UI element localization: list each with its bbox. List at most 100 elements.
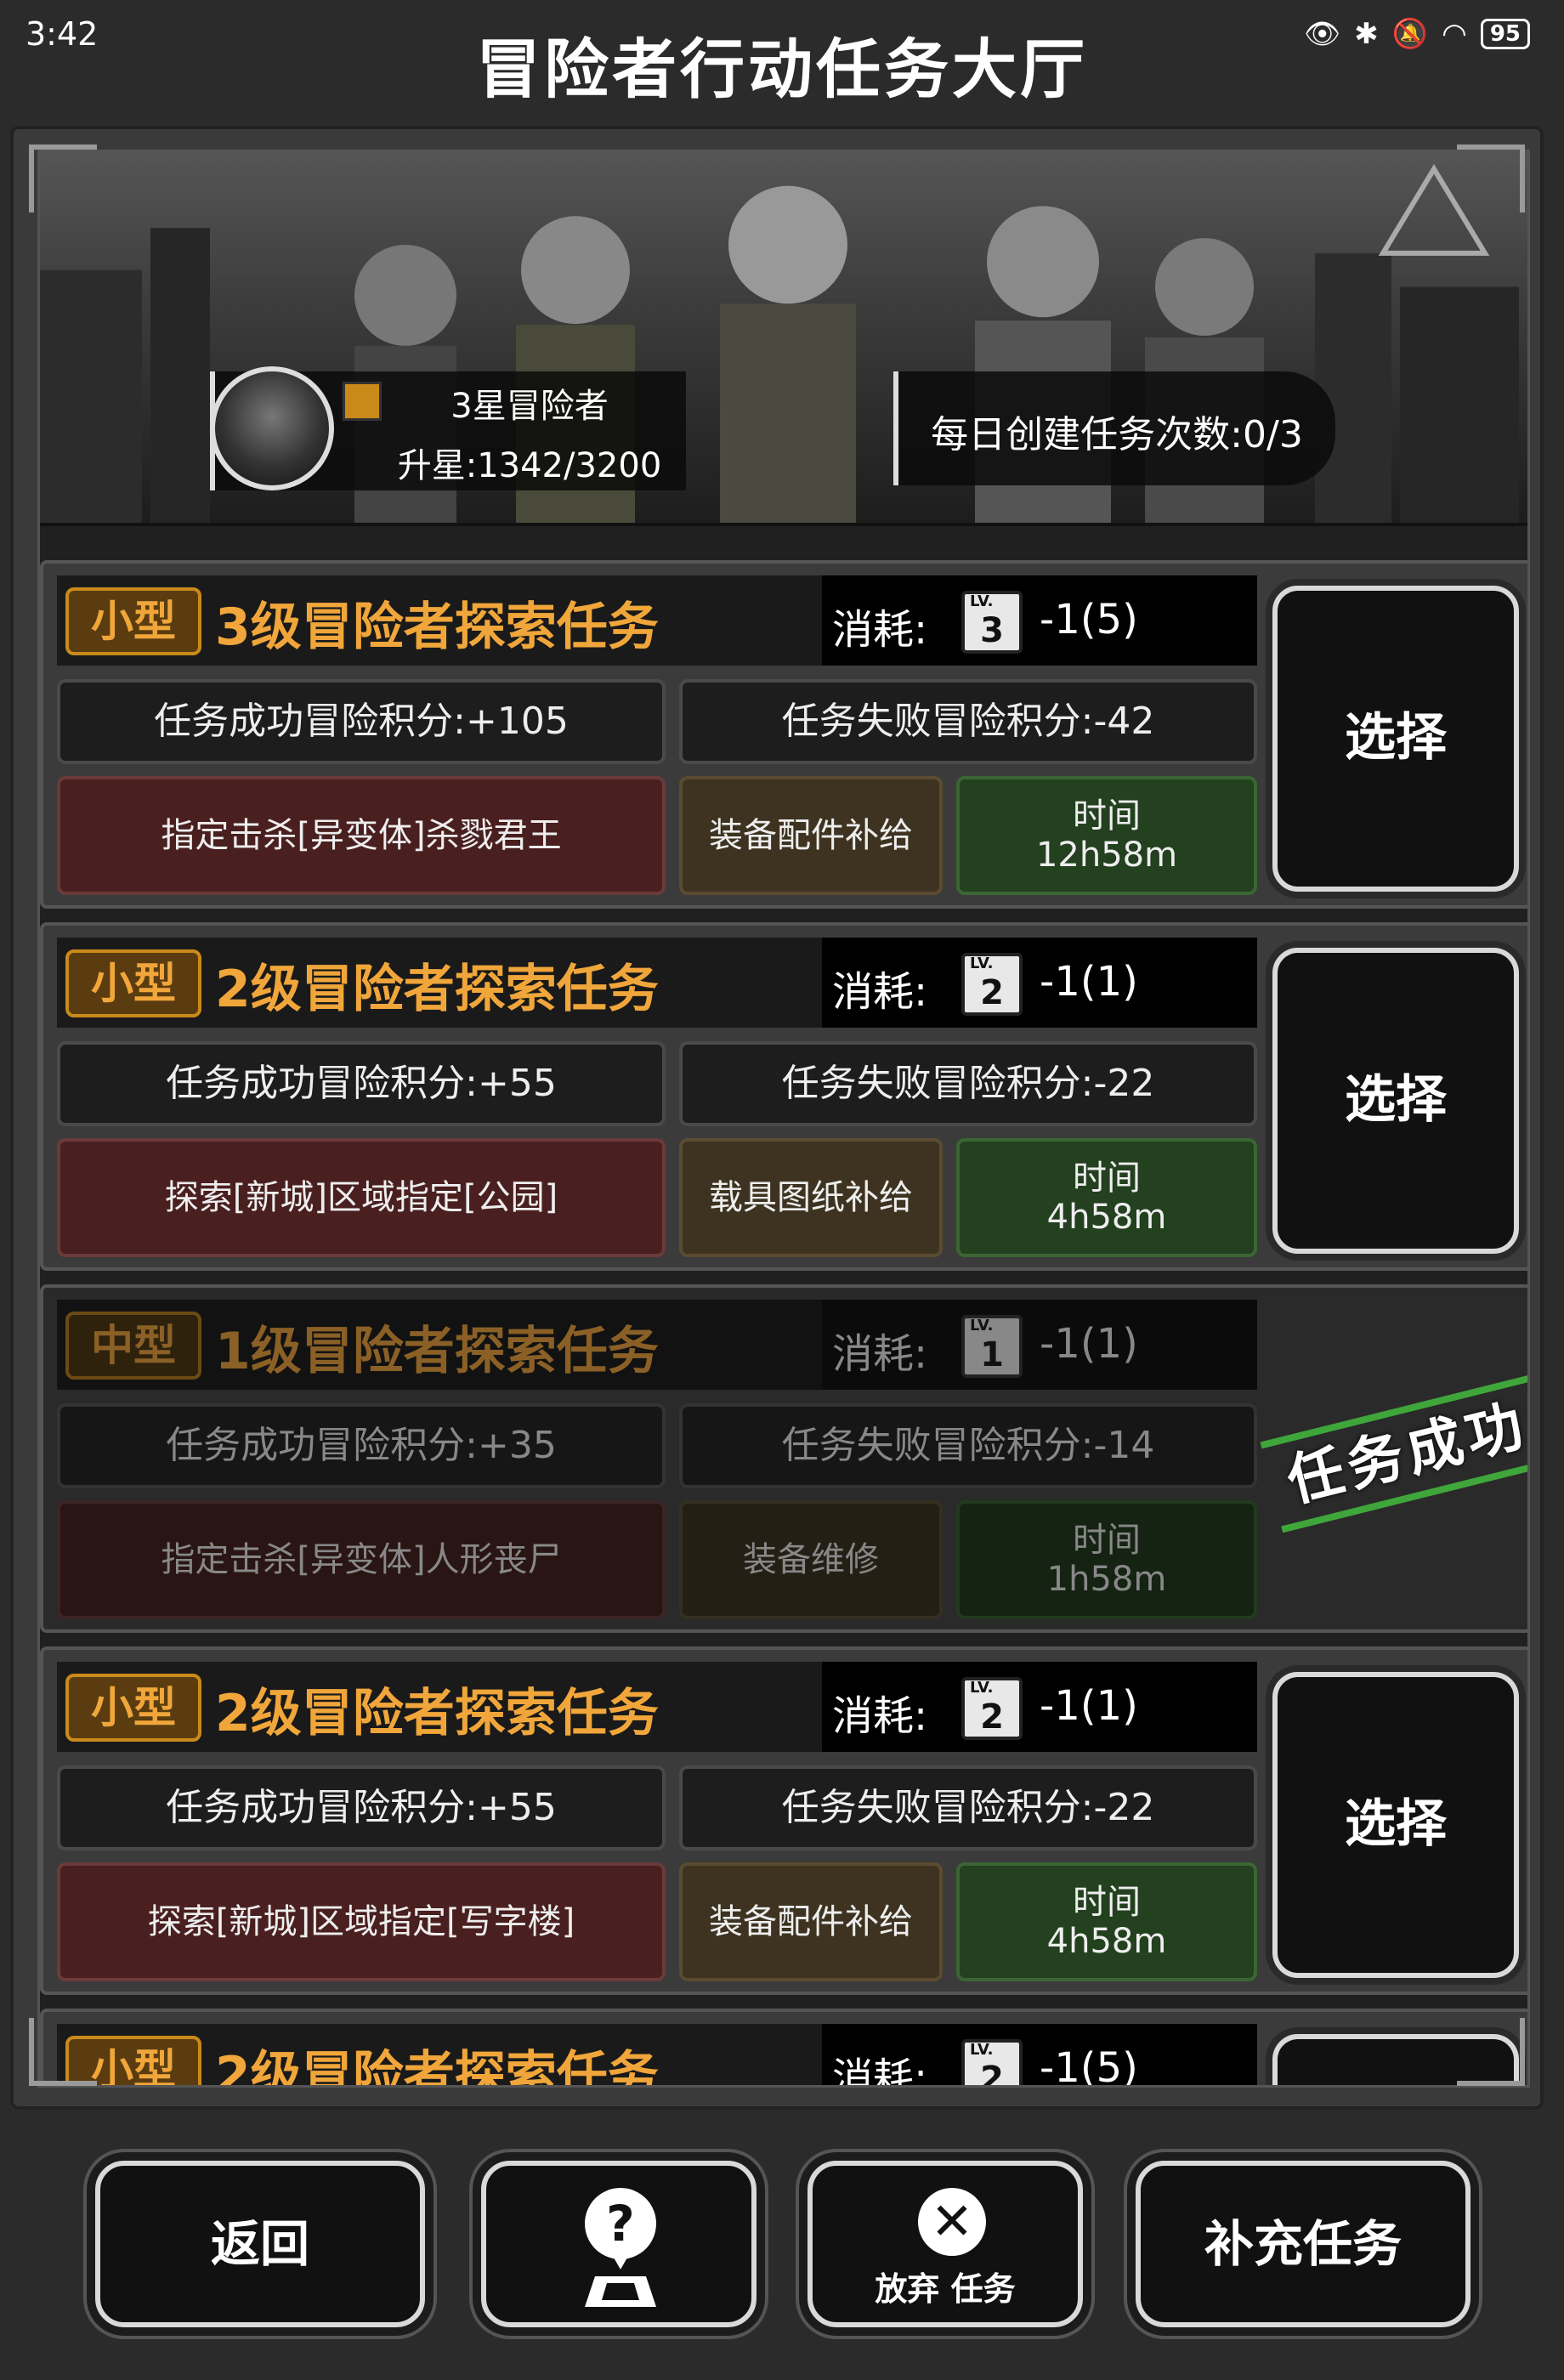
task-target: 指定击杀[异变体]人形丧尸 [57, 1500, 666, 1619]
ticket-level: 2 [980, 973, 1004, 1012]
task-hall-panel: 3星冒险者 升星:1342/3200 每日创建任务次数:0/3 小型 3级冒险者… [10, 126, 1544, 2110]
task-target: 指定击杀[异变体]杀戮君王 [57, 776, 666, 895]
ticket-level: 2 [980, 1697, 1004, 1737]
task-name: 2级冒险者探索任务 [215, 1684, 659, 1743]
svg-text:?: ? [606, 2195, 635, 2252]
level-ticket-icon: LV. 1 [961, 1315, 1023, 1378]
daily-create-text: 每日创建任务次数:0/3 [931, 413, 1303, 456]
time-value: 12h58m [1035, 836, 1178, 875]
fail-points: 任务失败冒险积分:-14 [679, 1403, 1257, 1488]
task-duration: 时间 1h58m [956, 1500, 1257, 1619]
cost-label: 消耗: [832, 2054, 928, 2088]
bottom-action-bar: 返回 ? ✕ 放弃 任务 补充任务 [0, 2116, 1564, 2380]
task-reward: 装备配件补给 [679, 776, 943, 895]
fail-points: 任务失败冒险积分:-42 [679, 679, 1257, 764]
cost-label: 消耗: [832, 968, 928, 1016]
task-success-stamp: 任务成功 [1260, 1374, 1527, 1533]
task-size-badge: 小型 [65, 587, 201, 655]
time-value: 4h58m [1046, 1198, 1167, 1237]
player-rank-card[interactable]: 3星冒险者 升星:1342/3200 [210, 366, 686, 490]
rank-upgrade-progress: 升星:1342/3200 [397, 446, 662, 485]
level-ticket-icon: LV. 2 [961, 1677, 1023, 1740]
task-size-badge: 小型 [65, 1674, 201, 1742]
task-card: 小型 2级冒险者探索任务 消耗: LV. 2 -1(5) [40, 2009, 1527, 2088]
task-cost: 消耗: LV. 1 -1(1) [822, 1300, 1257, 1390]
task-card: 小型 2级冒险者探索任务 消耗: LV. 2 -1(1) 任务成功冒险积分:+55… [40, 1646, 1527, 1995]
close-circle-icon: ✕ [918, 2188, 986, 2256]
time-label: 时间 [1073, 1883, 1141, 1922]
daily-create-counter: 每日创建任务次数:0/3 [893, 371, 1335, 485]
success-points: 任务成功冒险积分:+105 [57, 679, 666, 764]
help-button[interactable]: ? [481, 2161, 756, 2327]
abandon-task-button[interactable]: ✕ 放弃 任务 [808, 2161, 1083, 2327]
abandon-task-label: 放弃 任务 [875, 2270, 1016, 2308]
task-cost: 消耗: LV. 2 -1(1) [822, 938, 1257, 1028]
task-header: 中型 1级冒险者探索任务 消耗: LV. 1 -1(1) [57, 1300, 1257, 1390]
question-map-icon: ? [585, 2188, 656, 2307]
task-card: 小型 2级冒险者探索任务 消耗: LV. 2 -1(1) 任务成功冒险积分:+55… [40, 922, 1527, 1271]
refill-tasks-button[interactable]: 补充任务 [1136, 2161, 1470, 2327]
time-label: 时间 [1073, 796, 1141, 836]
task-header: 小型 2级冒险者探索任务 消耗: LV. 2 -1(1) [57, 938, 1257, 1028]
cost-value: -1(5) [1040, 2044, 1138, 2088]
task-size-badge: 小型 [65, 949, 201, 1017]
task-size-badge: 中型 [65, 1312, 201, 1380]
player-avatar[interactable] [210, 366, 334, 490]
player-rank-name: 3星冒险者 [450, 387, 609, 426]
task-hall-content: 3星冒险者 升星:1342/3200 每日创建任务次数:0/3 小型 3级冒险者… [37, 150, 1530, 2088]
success-points: 任务成功冒险积分:+55 [57, 1041, 666, 1126]
task-duration: 时间 12h58m [956, 776, 1257, 895]
task-name: 3级冒险者探索任务 [215, 598, 659, 657]
cost-value: -1(1) [1040, 958, 1138, 1006]
task-header: 小型 2级冒险者探索任务 消耗: LV. 2 -1(5) [57, 2024, 1257, 2088]
ticket-level: 2 [980, 2060, 1004, 2088]
task-reward: 装备配件补给 [679, 1862, 943, 1981]
task-target: 探索[新城]区域指定[公园] [57, 1138, 666, 1257]
cost-value: -1(1) [1040, 1320, 1138, 1368]
time-label: 时间 [1073, 1159, 1141, 1198]
select-task-button[interactable]: 选择 [1272, 586, 1519, 892]
task-name: 2级冒险者探索任务 [215, 2046, 659, 2088]
fail-points: 任务失败冒险积分:-22 [679, 1041, 1257, 1126]
task-duration: 时间 4h58m [956, 1138, 1257, 1257]
star-rank-icon [343, 382, 382, 421]
task-name: 1级冒险者探索任务 [215, 1322, 659, 1381]
ticket-level: 1 [980, 1335, 1004, 1374]
task-target: 探索[新城]区域指定[写字楼] [57, 1862, 666, 1981]
task-cost: 消耗: LV. 2 -1(5) [822, 2024, 1257, 2088]
time-label: 时间 [1073, 1521, 1141, 1560]
cost-value: -1(5) [1040, 596, 1138, 643]
back-button[interactable]: 返回 [95, 2161, 425, 2327]
level-ticket-icon: LV. 2 [961, 953, 1023, 1016]
time-value: 4h58m [1046, 1922, 1167, 1961]
frame-corner-ornament [29, 2018, 97, 2086]
cost-label: 消耗: [832, 606, 928, 654]
ticket-level: 3 [980, 611, 1004, 650]
level-ticket-icon: LV. 3 [961, 591, 1023, 654]
task-cost: 消耗: LV. 2 -1(1) [822, 1662, 1257, 1752]
page-title: 冒险者行动任务大厅 [476, 31, 1088, 107]
cost-label: 消耗: [832, 1330, 928, 1378]
task-reward: 载具图纸补给 [679, 1138, 943, 1257]
task-header: 小型 3级冒险者探索任务 消耗: LV. 3 -1(5) [57, 575, 1257, 666]
task-list[interactable]: 小型 3级冒险者探索任务 消耗: LV. 3 -1(5) 任务成功冒险积分:+10… [40, 526, 1527, 2088]
cost-label: 消耗: [832, 1692, 928, 1740]
select-task-button[interactable]: 选择 [1272, 948, 1519, 1254]
level-ticket-icon: LV. 2 [961, 2039, 1023, 2088]
success-points: 任务成功冒险积分:+55 [57, 1765, 666, 1850]
cost-value: -1(1) [1040, 1682, 1138, 1730]
task-reward: 装备维修 [679, 1500, 943, 1619]
task-cost: 消耗: LV. 3 -1(5) [822, 575, 1257, 666]
task-card-completed: 中型 1级冒险者探索任务 消耗: LV. 1 -1(1) 任务成功冒险积分:+35… [40, 1284, 1527, 1633]
task-duration: 时间 4h58m [956, 1862, 1257, 1981]
frame-corner-ornament [1457, 144, 1525, 212]
fail-points: 任务失败冒险积分:-22 [679, 1765, 1257, 1850]
time-value: 1h58m [1046, 1560, 1167, 1599]
frame-corner-ornament [1457, 2018, 1525, 2086]
task-card: 小型 3级冒险者探索任务 消耗: LV. 3 -1(5) 任务成功冒险积分:+10… [40, 560, 1527, 909]
frame-corner-ornament [29, 144, 97, 212]
select-task-button[interactable]: 选择 [1272, 1672, 1519, 1978]
task-header: 小型 2级冒险者探索任务 消耗: LV. 2 -1(1) [57, 1662, 1257, 1752]
success-points: 任务成功冒险积分:+35 [57, 1403, 666, 1488]
hero-banner: 3星冒险者 升星:1342/3200 每日创建任务次数:0/3 [40, 152, 1527, 526]
